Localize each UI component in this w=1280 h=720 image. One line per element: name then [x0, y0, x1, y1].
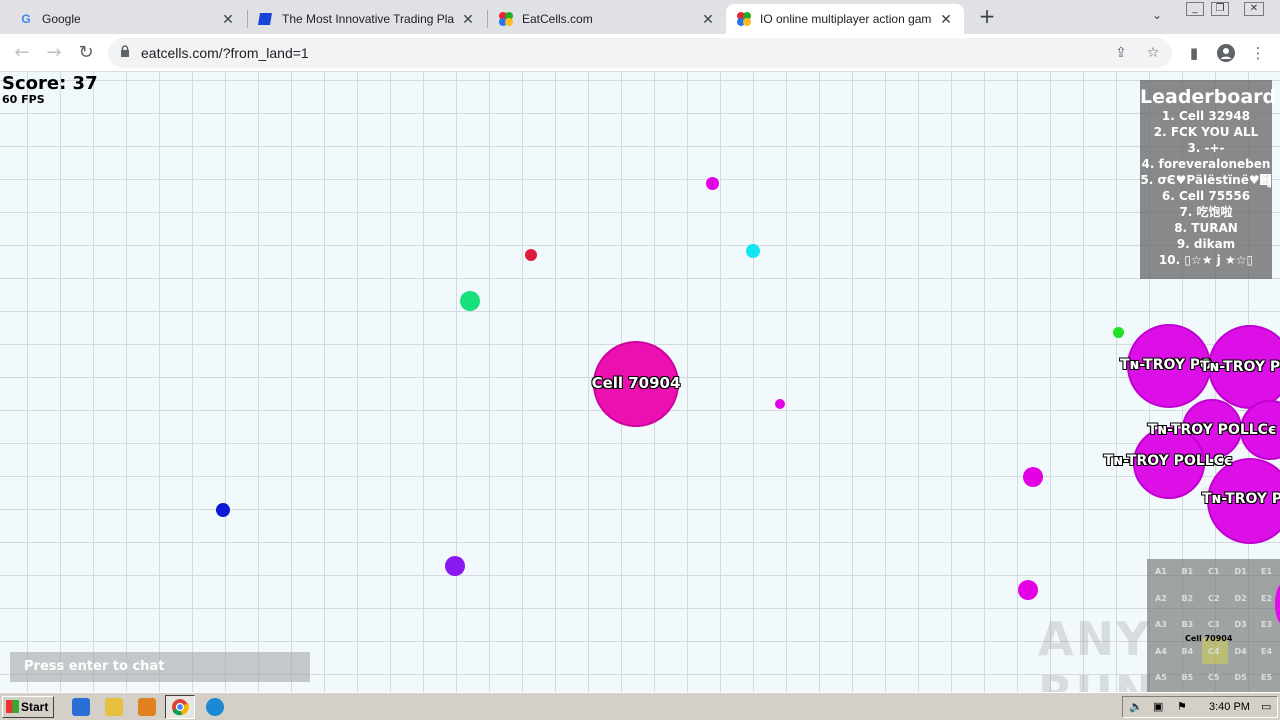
enemy-cell-name: Tɴ-TROY POLLCє — [1103, 453, 1233, 469]
start-label: Start — [21, 700, 49, 714]
leaderboard-entry: 6. Cell 75556 — [1161, 189, 1251, 203]
close-icon[interactable]: ✕ — [700, 11, 716, 27]
tab-title: IO online multiplayer action game. S — [760, 12, 932, 26]
chevron-down-icon[interactable]: ⌄ — [1152, 8, 1162, 22]
chrome-taskbar-button[interactable] — [165, 695, 195, 719]
browser-toolbar: ← → ↻ eatcells.com/?from_land=1 ⇪ ☆ ▮ ⋮ — [0, 34, 1280, 72]
food-pellet — [1018, 580, 1038, 600]
chrome-icon — [172, 699, 189, 716]
game-canvas[interactable]: Score: 37 60 FPS Cell 70904 Tɴ-TROY PO T… — [0, 72, 1280, 692]
side-panel-icon[interactable]: ▮ — [1182, 41, 1206, 65]
close-window-button[interactable]: ✕ — [1244, 2, 1264, 16]
system-tray: 🔈 ▣ ⚑ 3:40 PM ▭ — [1122, 696, 1278, 718]
leaderboard-entry: 2. FCK YOU ALL — [1153, 125, 1259, 139]
leaderboard-title: Leaderboard — [1140, 86, 1277, 108]
food-pellet — [746, 244, 760, 258]
minimap-cell-label: B1 — [1181, 567, 1194, 576]
enemy-cell-name: Tɴ-TROY POLLCє — [1147, 422, 1277, 438]
close-icon[interactable]: ✕ — [220, 11, 236, 27]
windows-logo-icon — [6, 700, 19, 713]
minimize-button[interactable]: _ — [1186, 2, 1204, 16]
bookmark-star-icon[interactable]: ☆ — [1142, 42, 1164, 64]
close-icon[interactable]: ✕ — [938, 11, 954, 27]
edge-icon[interactable] — [206, 698, 224, 716]
profile-avatar-icon[interactable] — [1214, 41, 1238, 65]
forward-button[interactable]: → — [42, 41, 66, 65]
minimap-cell-label: B2 — [1181, 593, 1194, 603]
trading-platform-icon — [258, 11, 274, 27]
leaderboard-entry: 3. -+- — [1187, 141, 1225, 155]
fps-label: 60 FPS — [2, 93, 45, 106]
minimap-cell-label: A2 — [1155, 593, 1167, 603]
enemy-cell-name: Tɴ-TROY PO — [1199, 359, 1280, 375]
url-text[interactable]: eatcells.com/?from_land=1 — [141, 38, 309, 68]
media-player-icon[interactable] — [138, 698, 156, 716]
leaderboard-entry: 9. dikam — [1176, 237, 1236, 251]
player-cell-name: Cell 70904 — [591, 374, 681, 392]
tab-title: The Most Innovative Trading Platform — [282, 12, 454, 26]
leaderboard-entry: 4. foreveraloneben — [1141, 157, 1271, 171]
leaderboard: Leaderboard 1. Cell 32948 2. FCK YOU ALL… — [1140, 80, 1277, 279]
tab-eatcells[interactable]: EatCells.com ✕ — [488, 4, 726, 34]
reload-button[interactable]: ↻ — [74, 41, 98, 65]
network-icon[interactable]: ▣ — [1153, 700, 1163, 713]
food-pellet — [1023, 467, 1043, 487]
food-pellet — [525, 249, 537, 261]
lock-icon — [121, 45, 129, 57]
minimap-cell-label: D1 — [1234, 567, 1247, 576]
restore-button[interactable]: ❐ — [1211, 2, 1229, 16]
minimap-cell-label: D2 — [1234, 593, 1247, 603]
score-label: Score: 37 — [2, 73, 98, 94]
minimap-cell-label: C2 — [1208, 593, 1220, 603]
eatcells-icon — [736, 11, 752, 27]
anyrun-watermark: ANY RUN — [1038, 612, 1153, 692]
food-pellet — [445, 556, 465, 576]
clock: 3:40 PM — [1209, 701, 1250, 713]
kebab-menu-icon[interactable]: ⋮ — [1246, 41, 1270, 65]
leaderboard-entry: 10. ▯☆★ j ★☆▯ — [1158, 253, 1254, 267]
food-pellet — [1113, 327, 1124, 338]
back-button[interactable]: ← — [10, 41, 34, 65]
leaderboard-entry: 8. TURAN — [1174, 221, 1238, 235]
leaderboard-entry: 1. Cell 32948 — [1161, 109, 1251, 123]
new-tab-button[interactable]: + — [976, 6, 998, 28]
volume-icon[interactable]: 🔈 — [1129, 700, 1143, 713]
flag-icon[interactable]: ⚑ — [1177, 700, 1187, 713]
minimap-cell-label: E2 — [1261, 593, 1273, 603]
leaderboard-entry: 5. σЄ♥Pälëstïnë♥฻ู — [1140, 173, 1272, 187]
internet-explorer-icon[interactable] — [72, 698, 90, 716]
tab-google[interactable]: G Google ✕ — [8, 4, 246, 34]
close-icon[interactable]: ✕ — [460, 11, 476, 27]
food-pellet — [460, 291, 480, 311]
folder-icon[interactable] — [105, 698, 123, 716]
tab-trading-platform[interactable]: The Most Innovative Trading Platform ✕ — [248, 4, 486, 34]
start-button[interactable]: Start — [2, 696, 54, 718]
enemy-cell-name: Tɴ-TROY PO — [1119, 357, 1213, 373]
food-pellet — [775, 399, 785, 409]
food-pellet — [216, 503, 230, 517]
address-bar[interactable]: eatcells.com/?from_land=1 ⇪ ☆ — [108, 38, 1172, 68]
google-icon: G — [21, 12, 31, 26]
tab-io-game[interactable]: IO online multiplayer action game. S ✕ — [726, 4, 964, 34]
tab-strip: G Google ✕ The Most Innovative Trading P… — [0, 0, 1280, 34]
leaderboard-entry: 7. 吃饱啦 — [1179, 205, 1233, 219]
show-desktop-icon[interactable]: ▭ — [1261, 700, 1271, 713]
windows-taskbar: Start 🔈 ▣ ⚑ 3:40 PM ▭ — [0, 692, 1280, 720]
tab-title: Google — [42, 12, 81, 26]
enemy-cell-name: Tɴ-TROY PO — [1201, 491, 1280, 507]
share-icon[interactable]: ⇪ — [1110, 42, 1132, 64]
food-pellet — [706, 177, 719, 190]
minimap-cell-label: C1 — [1208, 567, 1220, 576]
minimap-cell-label: E1 — [1261, 567, 1273, 576]
minimap-cell-label: A1 — [1155, 567, 1167, 576]
tab-title: EatCells.com — [522, 12, 593, 26]
eatcells-icon — [498, 11, 514, 27]
chat-input[interactable]: Press enter to chat — [10, 652, 310, 682]
